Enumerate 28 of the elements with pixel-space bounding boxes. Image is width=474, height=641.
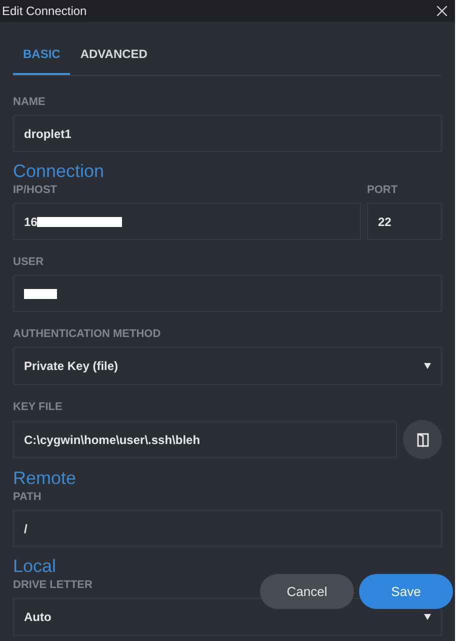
field-label: USER bbox=[13, 256, 44, 269]
dropdown-caret-icon bbox=[424, 614, 431, 620]
select-field[interactable]: Private Key (file) bbox=[13, 347, 442, 385]
tab[interactable]: BASIC bbox=[13, 45, 70, 75]
section-heading: Remote bbox=[13, 467, 78, 489]
field-label: KEY FILE bbox=[13, 401, 62, 414]
browse-button[interactable] bbox=[403, 420, 442, 459]
tab[interactable]: ADVANCED bbox=[70, 45, 158, 75]
save-button[interactable]: Save bbox=[359, 574, 453, 609]
field-label: NAME bbox=[13, 96, 46, 109]
door-icon bbox=[416, 432, 428, 446]
field-label: PORT bbox=[367, 184, 398, 197]
section-heading: Local bbox=[13, 555, 58, 577]
field-label: DRIVE LETTER bbox=[13, 579, 92, 592]
input-field[interactable]: 22 bbox=[367, 203, 442, 240]
window-title: Edit Connection bbox=[2, 3, 87, 20]
input-field[interactable]: C:\cygwin\home\user\.ssh\bleh bbox=[13, 421, 397, 458]
input-field[interactable]: droplet1 bbox=[13, 115, 442, 152]
close-icon[interactable] bbox=[437, 6, 447, 16]
input-field[interactable]: 16 bbox=[13, 203, 361, 240]
input-field[interactable]: / bbox=[13, 510, 442, 547]
dropdown-caret-icon bbox=[424, 363, 431, 369]
field-label: AUTHENTICATION METHOD bbox=[13, 328, 161, 341]
cancel-button[interactable]: Cancel bbox=[260, 574, 354, 609]
field-label: PATH bbox=[13, 491, 42, 504]
section-heading: Connection bbox=[13, 160, 106, 182]
field-label: IP/HOST bbox=[13, 184, 58, 197]
input-field[interactable] bbox=[13, 275, 442, 312]
